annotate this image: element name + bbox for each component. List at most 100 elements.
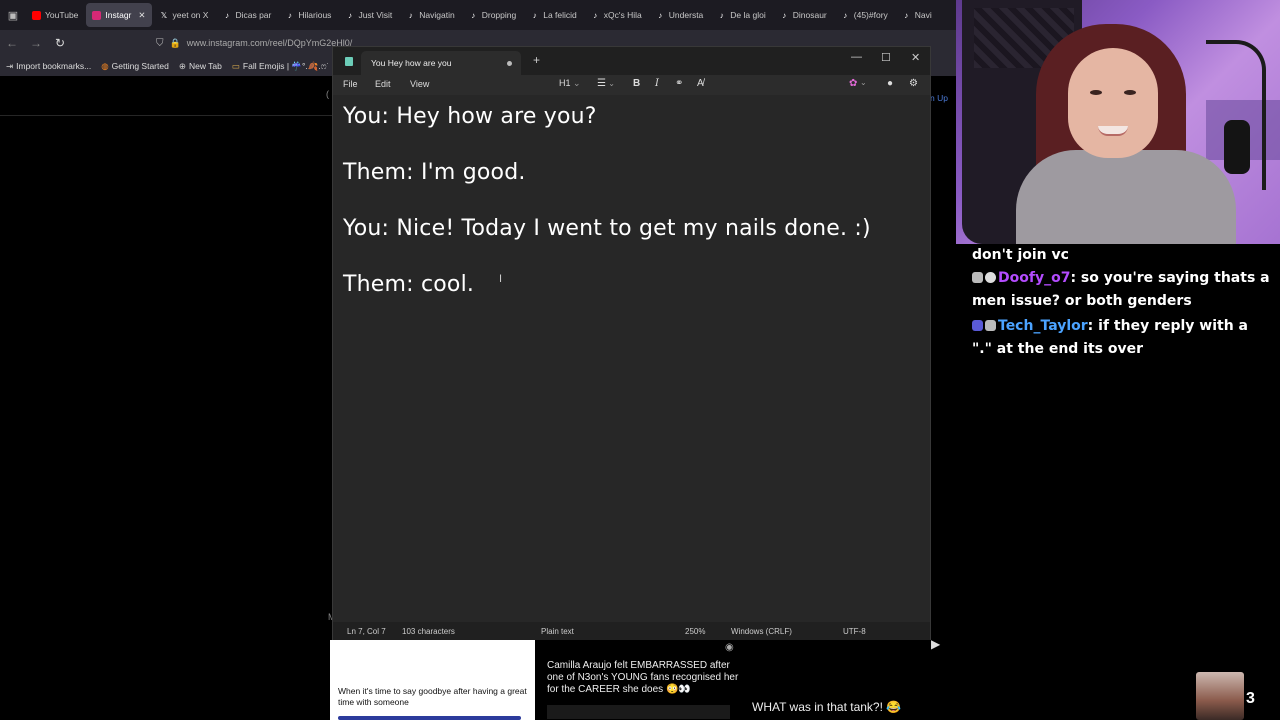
browser-tab-label: Dropping: [481, 10, 517, 20]
unsaved-dot-icon[interactable]: [507, 61, 512, 66]
bookmark-label: Import bookmarks...: [16, 61, 92, 71]
italic-button[interactable]: I: [655, 78, 659, 89]
notepad-text-area[interactable]: You: Hey how are you? Them: I'm good. Yo…: [333, 95, 930, 622]
close-tab-icon[interactable]: ✕: [138, 10, 145, 21]
skull-badge-icon: [985, 272, 996, 283]
forward-icon[interactable]: →: [24, 36, 48, 50]
chat-message: Tech_Taylor: if they reply with a "." at…: [972, 315, 1272, 361]
chat-message: Doofy_o7: so you're saying thats a men i…: [972, 267, 1272, 313]
reload-icon[interactable]: ↻: [48, 36, 72, 50]
bookmark-item[interactable]: ⇥ Import bookmarks...: [6, 61, 91, 72]
reel-card[interactable]: ◉ Camilla Araujo felt EMBARRASSED after …: [537, 640, 745, 720]
shield-icon[interactable]: ⛉: [156, 38, 164, 49]
browser-tab-label: xQc's Hila: [603, 10, 642, 20]
format-indicator[interactable]: Plain text: [541, 627, 574, 636]
browser-tab[interactable]: ♪ (45)#fory: [835, 3, 894, 27]
browser-tab[interactable]: ♪ Navi: [896, 3, 938, 27]
chevron-down-icon[interactable]: ⌄: [860, 78, 867, 87]
browser-tab[interactable]: ♪ Dicas par: [216, 3, 277, 27]
account-icon[interactable]: ●: [887, 78, 893, 89]
bold-button[interactable]: B: [633, 78, 640, 89]
chevron-down-icon: ⌄: [573, 78, 581, 88]
browser-tab-label: YouTube: [45, 10, 79, 20]
tiktok-icon: ♪: [658, 10, 663, 20]
minimize-icon[interactable]: —: [851, 51, 862, 63]
signup-link[interactable]: n Up: [930, 93, 948, 103]
chat-username[interactable]: Doofy_o7: [998, 270, 1070, 286]
bookmark-item[interactable]: ◍ Getting Started: [101, 61, 169, 72]
browser-tab-label: (45)#fory: [853, 10, 888, 20]
back-icon[interactable]: ←: [0, 36, 24, 50]
settings-gear-icon[interactable]: ⚙: [909, 78, 918, 89]
sub-badge-icon: [972, 320, 983, 331]
browser-tab[interactable]: ♪ Just Visit: [339, 3, 398, 27]
heading-dropdown[interactable]: H1 ⌄: [559, 78, 581, 89]
streamer-hoodie: [1016, 150, 1236, 244]
browser-tab[interactable]: Instagr ✕: [86, 3, 152, 27]
text-line: Them: cool.: [343, 272, 475, 297]
firefox-icon: ◍: [101, 60, 109, 71]
text-cursor-icon: I: [499, 273, 503, 285]
maximize-icon[interactable]: ☐: [881, 51, 891, 64]
browser-tab[interactable]: YouTube: [26, 3, 84, 27]
browser-tab[interactable]: ♪ Navigatin: [400, 3, 460, 27]
reel-caption[interactable]: WHAT was in that tank?! 😂: [752, 700, 901, 714]
browser-tab-label: Instagr: [105, 10, 132, 20]
browser-tab-label: Navigatin: [419, 10, 455, 20]
browser-tab[interactable]: ♪ Dinosaur: [774, 3, 833, 27]
browser-tab[interactable]: ♪ Understa: [650, 3, 710, 27]
browser-tab-label: Dinosaur: [792, 10, 827, 20]
chat-username[interactable]: Tech_Taylor: [998, 318, 1088, 334]
reel-card[interactable]: When it's time to say goodbye after havi…: [330, 640, 535, 720]
menu-file[interactable]: File: [343, 79, 358, 89]
stream-chat: don't join vc Doofy_o7: so you're saying…: [956, 244, 1280, 720]
bookmark-label: Getting Started: [111, 61, 169, 71]
bookmark-item[interactable]: ⊕ New Tab: [179, 61, 222, 72]
browser-tab-label: yeet on X: [172, 10, 209, 20]
zoom-level[interactable]: 250%: [685, 627, 705, 636]
lock-icon[interactable]: 🔒: [170, 38, 181, 49]
eye: [1124, 90, 1136, 95]
clear-format-icon[interactable]: A̸: [697, 78, 704, 89]
browser-tab[interactable]: ♪ xQc's Hila: [585, 3, 648, 27]
tiktok-icon: ♪: [843, 10, 848, 20]
browser-tab-label: Understa: [668, 10, 704, 20]
menu-view[interactable]: View: [410, 79, 429, 89]
eye: [1090, 90, 1102, 95]
notepad-tab-title: You Hey how are you: [371, 58, 452, 68]
reel-caption: Camilla Araujo felt EMBARRASSED after on…: [547, 660, 739, 695]
heading-label: H1: [559, 78, 571, 88]
tiktok-icon: ♪: [287, 10, 292, 20]
line-ending[interactable]: Windows (CRLF): [731, 627, 792, 636]
tiktok-icon: ♪: [224, 10, 229, 20]
tab-bar: ▣ YouTube Instagr ✕ 𝕏yeet on X ♪ Dicas par ♪ Hi…: [0, 0, 956, 30]
menu-edit[interactable]: Edit: [375, 79, 391, 89]
notepad-titlebar: You Hey how are you + — ☐ ✕: [333, 47, 930, 75]
browser-tab[interactable]: ♪ La felicid: [524, 3, 583, 27]
browser-tab[interactable]: ♪ Dropping: [463, 3, 523, 27]
browser-tab[interactable]: ♪ De la gloi: [711, 3, 771, 27]
link-icon[interactable]: ⚭: [675, 78, 683, 89]
bookmark-item[interactable]: ▭ Fall Emojis | ☔°.🍂.ෆ˙: [232, 61, 329, 72]
reel-thumbnail-strip: [338, 716, 521, 720]
url-text[interactable]: www.instagram.com/reel/DQpYmG2eHl0/: [187, 38, 353, 48]
tiktok-icon: ♪: [719, 10, 724, 20]
tab-list-icon[interactable]: ▣: [0, 0, 26, 30]
copilot-icon[interactable]: ✿: [849, 78, 857, 89]
browser-tab[interactable]: ♪ Hilarious: [279, 3, 337, 27]
browser-tab-label: Navi: [914, 10, 932, 20]
encoding[interactable]: UTF-8: [843, 627, 866, 636]
browser-tab[interactable]: 𝕏yeet on X: [154, 3, 215, 27]
text-line: You: Hey how are you?: [343, 104, 597, 129]
close-icon[interactable]: ✕: [911, 51, 920, 64]
chat-text: don't join vc: [972, 247, 1069, 263]
reel-indicator-icon: ◉: [725, 642, 734, 653]
viewer-avatar: [1196, 672, 1244, 720]
notepad-tab[interactable]: You Hey how are you: [361, 51, 521, 75]
text-line: You: Nice! Today I went to get my nails …: [343, 216, 871, 241]
list-icon[interactable]: ☰ ⌄: [597, 78, 615, 89]
new-tab-button[interactable]: +: [533, 53, 540, 67]
tiktok-icon: ♪: [593, 10, 598, 20]
globe-icon: ⊕: [178, 60, 186, 71]
reels-icon[interactable]: ▶: [931, 637, 945, 651]
